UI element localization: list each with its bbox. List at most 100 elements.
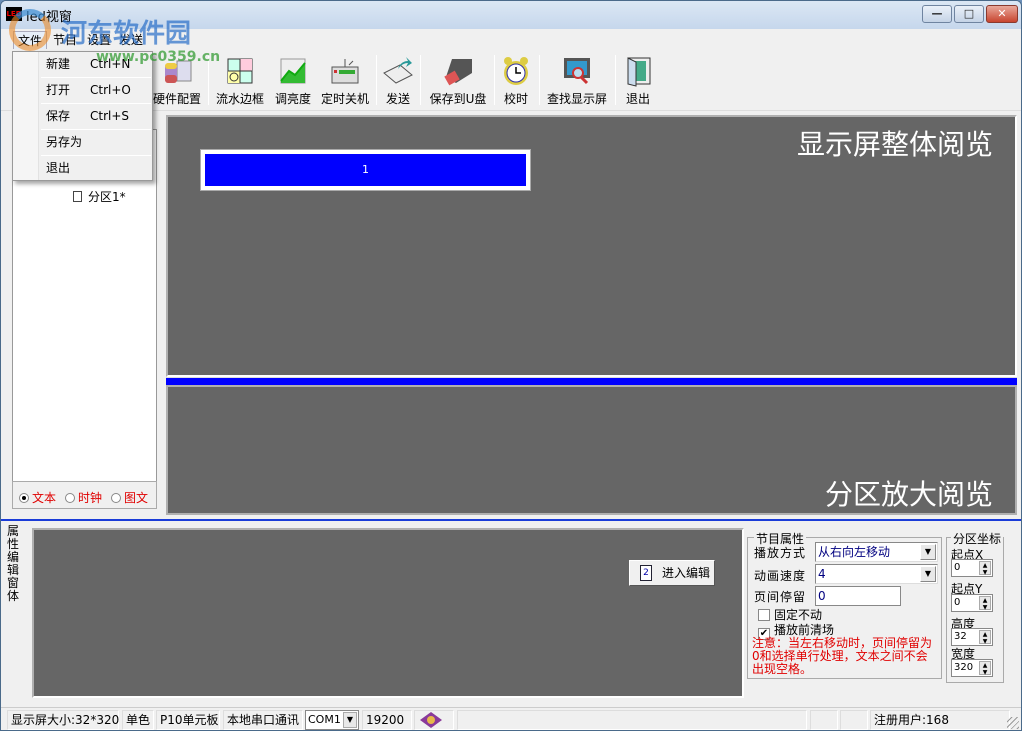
menu-item-save-as[interactable]: 另存为 <box>46 132 146 152</box>
height-value: 32 <box>954 631 967 642</box>
toolbar-label: 保存到U盘 <box>429 92 487 106</box>
menu-item-save[interactable]: 保存 Ctrl+S <box>46 106 146 126</box>
status-bar: 显示屏大小:32*320 单色 P10单元板 本地串口通讯 COM1 ▼ 1920… <box>1 707 1021 730</box>
watermark-logo-icon <box>9 9 51 51</box>
radio-image-text[interactable]: 图文 <box>111 489 148 506</box>
brightness-button[interactable]: 调亮度 <box>271 55 315 109</box>
overall-preview-panel: 1 显示屏整体阅览 <box>166 115 1017 377</box>
zoom-preview-label: 分区放大阅览 <box>824 478 993 511</box>
connection-icon <box>420 712 442 728</box>
spin-arrows-icon[interactable]: ▲ ▼ <box>979 630 991 645</box>
color-mode-status: 单色 <box>122 710 154 730</box>
page-stay-label: 页间停留 <box>754 590 807 604</box>
play-mode-select[interactable]: 从右向左移动 ▼ <box>815 542 938 562</box>
port-select[interactable]: COM1 ▼ <box>305 710 359 730</box>
group-title: 分区坐标 <box>951 530 1003 547</box>
toolbar-separator <box>494 55 495 105</box>
app-window: LED led视窗 — □ ✕ 文件 节目 设置 发送 硬件配置 流水边框 调亮… <box>0 0 1022 731</box>
spin-arrows-icon[interactable]: ▲ ▼ <box>979 661 991 676</box>
content-type-group: 文本 时钟 图文 <box>12 481 157 509</box>
play-mode-value: 从右向左移动 <box>818 545 891 559</box>
menu-item-exit[interactable]: 退出 <box>46 158 146 178</box>
close-icon: ✕ <box>997 7 1007 20</box>
property-editor-label: 属性编辑窗体 <box>7 524 20 603</box>
property-editor-area: 2 进入编辑 <box>32 528 744 698</box>
toolbar-label: 发送 <box>385 92 410 106</box>
spin-arrows-icon[interactable]: ▲ ▼ <box>979 596 991 611</box>
width-spinner[interactable]: 320 ▲ ▼ <box>951 659 993 677</box>
menu-separator <box>41 103 151 104</box>
menu-item-label: 另存为 <box>46 135 83 149</box>
zone-strip <box>166 377 1017 385</box>
time-sync-button[interactable]: 校时 <box>499 55 533 109</box>
menu-item-label: 打开 <box>46 83 71 97</box>
find-screen-icon <box>564 58 590 85</box>
checkbox-unchecked-icon <box>758 609 770 621</box>
resize-grip[interactable] <box>1007 717 1019 729</box>
anim-speed-value: 4 <box>818 567 826 581</box>
flowing-border-button[interactable]: 流水边框 <box>214 55 266 109</box>
minimize-button[interactable]: — <box>922 5 952 23</box>
toolbar-label: 校时 <box>503 92 528 106</box>
radio-label: 时钟 <box>78 491 103 505</box>
menu-item-shortcut: Ctrl+O <box>90 83 131 97</box>
menu-item-label: 退出 <box>46 161 71 175</box>
send-icon <box>383 57 413 84</box>
board-status: P10单元板 <box>156 710 220 730</box>
connect-status[interactable] <box>414 710 454 730</box>
radio-clock[interactable]: 时钟 <box>65 489 102 506</box>
radio-text[interactable]: 文本 <box>19 489 56 506</box>
status-empty-3 <box>840 710 868 730</box>
page-stay-input[interactable]: 0 <box>815 586 901 606</box>
exit-button[interactable]: 退出 <box>621 55 655 109</box>
menu-item-label: 保存 <box>46 109 71 123</box>
document-icon <box>73 191 82 202</box>
chevron-down-icon: ▼ <box>920 566 936 582</box>
zone-block[interactable]: 1 <box>200 149 531 191</box>
enter-edit-label: 进入编辑 <box>662 566 711 580</box>
find-screen-button[interactable]: 查找显示屏 <box>544 55 610 109</box>
menu-item-label: 新建 <box>46 57 71 71</box>
anim-speed-select[interactable]: 4 ▼ <box>815 564 938 584</box>
toolbar-separator <box>615 55 616 105</box>
spin-arrows-icon[interactable]: ▲ ▼ <box>979 561 991 576</box>
start-x-spinner[interactable]: 0 ▲ ▼ <box>951 559 993 577</box>
radio-label: 文本 <box>32 491 57 505</box>
status-empty-2 <box>810 710 838 730</box>
menu-item-open[interactable]: 打开 Ctrl+O <box>46 80 146 100</box>
toolbar-label: 查找显示屏 <box>546 92 607 106</box>
start-y-value: 0 <box>954 597 961 608</box>
menu-gutter <box>13 52 39 180</box>
save-to-usb-button[interactable]: 保存到U盘 <box>426 55 490 109</box>
watermark-url: www.pc0359.cn <box>96 49 221 65</box>
send-button[interactable]: 发送 <box>381 55 415 109</box>
radio-selected-icon <box>19 493 29 503</box>
panel-divider <box>1 519 1021 521</box>
timer-shutdown-button[interactable]: 定时关机 <box>318 55 372 109</box>
menu-separator <box>41 129 151 130</box>
toolbar-label: 退出 <box>625 92 650 106</box>
maximize-button[interactable]: □ <box>954 5 984 23</box>
screen-size-status: 显示屏大小:32*320 <box>7 710 119 730</box>
width-value: 320 <box>954 662 974 673</box>
zoom-preview-panel: 分区放大阅览 <box>166 385 1017 515</box>
enter-edit-button[interactable]: 2 进入编辑 <box>629 560 715 586</box>
alarm-clock-icon <box>504 57 528 85</box>
chevron-down-icon: ▼ <box>920 544 936 560</box>
edit-document-icon: 2 <box>640 565 652 581</box>
height-spinner[interactable]: 32 ▲ ▼ <box>951 628 993 646</box>
timer-shutdown-icon <box>331 59 359 84</box>
baud-status: 19200 <box>362 710 412 730</box>
program-tree[interactable]: 分区1* <box>12 129 157 489</box>
close-button[interactable]: ✕ <box>986 5 1018 23</box>
move-note: 注意：当左右移动时，页间停留为0和选择单行处理，文本之间不会出现空格。 <box>752 636 933 676</box>
port-value: COM1 <box>308 713 341 726</box>
radio-label: 图文 <box>124 491 149 505</box>
start-y-spinner[interactable]: 0 ▲ ▼ <box>951 594 993 612</box>
file-menu-dropdown: 新建 Ctrl+N 打开 Ctrl+O 保存 Ctrl+S 另存为 退出 <box>12 51 153 181</box>
tree-node-zone[interactable]: 分区1* <box>73 188 126 205</box>
chevron-down-icon: ▼ <box>343 712 357 728</box>
toolbar-label: 流水边框 <box>215 92 264 106</box>
registered-user-status: 注册用户:168 <box>870 710 1010 730</box>
radio-unselected-icon <box>111 493 121 503</box>
